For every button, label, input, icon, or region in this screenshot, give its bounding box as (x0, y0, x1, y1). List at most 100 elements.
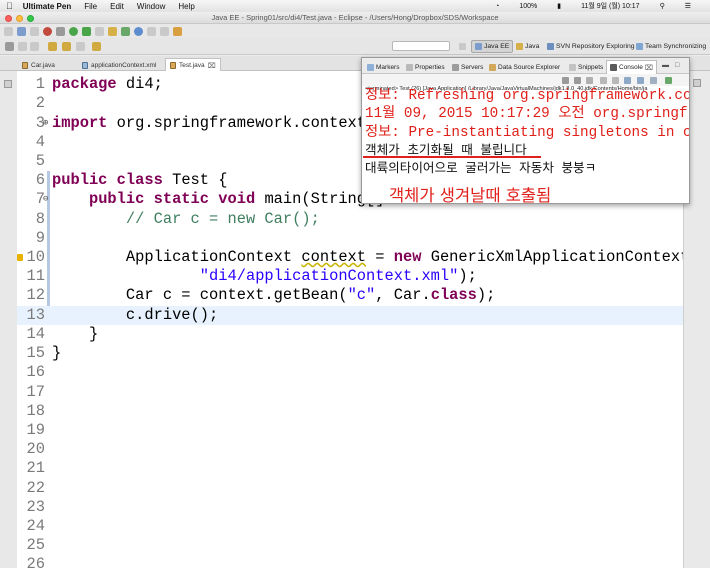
save-icon[interactable] (17, 26, 26, 36)
quick-access-input[interactable] (392, 41, 450, 51)
code-line[interactable]: 19 (17, 421, 683, 440)
zoom-window-button[interactable] (27, 14, 34, 22)
java-ee-icon (475, 43, 482, 50)
apple-icon[interactable]:  (6, 1, 13, 11)
code-line[interactable]: 15} (17, 344, 683, 363)
new-java-project-icon[interactable] (108, 26, 117, 36)
console-tabbar: Markers Properties Servers Data Source E… (362, 58, 689, 74)
maximize-view-icon[interactable]: □ (675, 62, 679, 69)
code-line[interactable]: 24 (17, 517, 683, 536)
close-tab-icon[interactable]: ⌧ (208, 62, 216, 70)
clock-text[interactable]: 11월 9일 (월) 10:17 (581, 1, 640, 11)
code-line[interactable]: 9 (17, 229, 683, 248)
battery-text[interactable]: 100% (519, 3, 537, 10)
menu-edit[interactable]: Edit (110, 2, 124, 11)
tab-snippets[interactable]: Snippets (566, 61, 606, 73)
new-package-icon[interactable] (121, 26, 130, 36)
tab-console[interactable]: Console ⌧ (606, 60, 657, 74)
current-code-line[interactable]: 13 c.drive(); (17, 306, 683, 326)
display-console-icon[interactable] (650, 77, 657, 84)
run-icon[interactable] (69, 26, 78, 36)
line-number: 17 (26, 383, 45, 401)
data-source-icon (489, 63, 496, 71)
list-icon[interactable]: ☰ (685, 2, 691, 10)
code-line[interactable]: 26 (17, 555, 683, 568)
print-icon[interactable] (30, 26, 39, 36)
server-icon[interactable] (56, 26, 65, 36)
perspective-java-ee[interactable]: Java EE (471, 40, 514, 53)
close-window-button[interactable] (5, 14, 12, 22)
search-toolbar-icon[interactable] (160, 26, 169, 36)
code-line[interactable]: 16 (17, 363, 683, 382)
line-number: 21 (26, 459, 45, 477)
clear-console-icon[interactable] (600, 77, 607, 84)
menu-help[interactable]: Help (178, 2, 194, 11)
forward-history-icon[interactable] (92, 42, 101, 51)
code-line[interactable]: 23 (17, 498, 683, 517)
restore-panel-icon[interactable] (693, 79, 701, 87)
console-icon (610, 64, 617, 71)
menu-file[interactable]: File (84, 2, 97, 11)
open-console-icon[interactable] (665, 77, 672, 84)
code-line[interactable]: 14 } (17, 325, 683, 344)
tab-test-java[interactable]: Test.java ⌧ (165, 58, 221, 72)
tab-markers[interactable]: Markers (364, 61, 402, 73)
minimize-view-icon[interactable]: ▬ (662, 62, 669, 69)
pin-console-icon[interactable] (637, 77, 644, 84)
search-icon[interactable]: ⚲ (660, 2, 665, 10)
code-line[interactable]: 18 (17, 402, 683, 421)
menu-window[interactable]: Window (137, 2, 165, 11)
coverage-icon[interactable] (95, 26, 104, 36)
code-line[interactable]: 25 (17, 536, 683, 555)
forward-icon[interactable] (62, 42, 71, 51)
console-line: 11월 09, 2015 10:17:29 오전 org.springf (365, 106, 688, 122)
debug-icon[interactable] (43, 26, 52, 36)
minimize-window-button[interactable] (16, 14, 23, 22)
remove-all-icon[interactable] (586, 77, 593, 84)
perspective-label: Team Synchronizing (645, 43, 707, 50)
last-edit-icon[interactable] (5, 42, 14, 51)
fold-icon[interactable]: ⊖ (43, 190, 48, 209)
code-line[interactable]: 22 (17, 479, 683, 498)
editor-left-gutter (0, 71, 17, 568)
prev-annotation-icon[interactable] (30, 42, 39, 51)
fold-icon[interactable]: ⊕ (43, 114, 48, 133)
code-line[interactable]: 10 ApplicationContext context = new Gene… (17, 248, 683, 267)
code-line[interactable]: 20 (17, 440, 683, 459)
code-line[interactable]: 12 Car c = context.getBean("c", Car.clas… (17, 286, 683, 305)
next-annotation-icon[interactable] (18, 42, 27, 51)
tab-servers[interactable]: Servers (449, 61, 486, 73)
scroll-lock-icon[interactable] (612, 77, 619, 84)
wifi-icon[interactable]: ◔ (495, 3, 499, 10)
open-type-icon[interactable] (147, 26, 156, 36)
restore-view-icon[interactable] (4, 80, 12, 88)
terminate-icon[interactable] (562, 77, 569, 84)
code-line[interactable]: 8 // Car c = new Car(); (17, 210, 683, 229)
new-icon[interactable] (4, 26, 13, 36)
run-external-icon[interactable] (82, 26, 91, 36)
tab-car-java[interactable]: Car.java (18, 59, 59, 71)
remove-launch-icon[interactable] (574, 77, 581, 84)
line-number: 13 (26, 306, 45, 324)
code-line[interactable]: 11 "di4/applicationContext.xml"); (17, 267, 683, 286)
back-icon[interactable] (48, 42, 57, 51)
code-line[interactable]: 21 (17, 459, 683, 478)
open-perspective-button[interactable] (456, 40, 469, 53)
app-menu[interactable]: Ultimate Pen (23, 2, 71, 11)
open-task-icon[interactable] (173, 26, 182, 36)
tab-properties[interactable]: Properties (403, 61, 448, 73)
close-tab-icon[interactable]: ⌧ (645, 64, 653, 72)
battery-icon[interactable]: ▮ (557, 2, 561, 10)
tab-data-source-explorer[interactable]: Data Source Explorer (486, 61, 563, 73)
line-number: 4 (35, 133, 45, 151)
history-icon[interactable] (76, 42, 85, 51)
perspective-java[interactable]: Java (513, 40, 542, 53)
new-class-icon[interactable] (134, 26, 143, 36)
warning-icon[interactable] (17, 254, 23, 261)
code-line[interactable]: 17 (17, 383, 683, 402)
perspective-team[interactable]: Team Synchronizing (633, 40, 709, 53)
svn-icon (547, 43, 554, 50)
perspective-svn[interactable]: SVN Repository Exploring (544, 40, 638, 53)
word-wrap-icon[interactable] (624, 77, 631, 84)
tab-application-context[interactable]: applicationContext.xml (78, 59, 160, 71)
